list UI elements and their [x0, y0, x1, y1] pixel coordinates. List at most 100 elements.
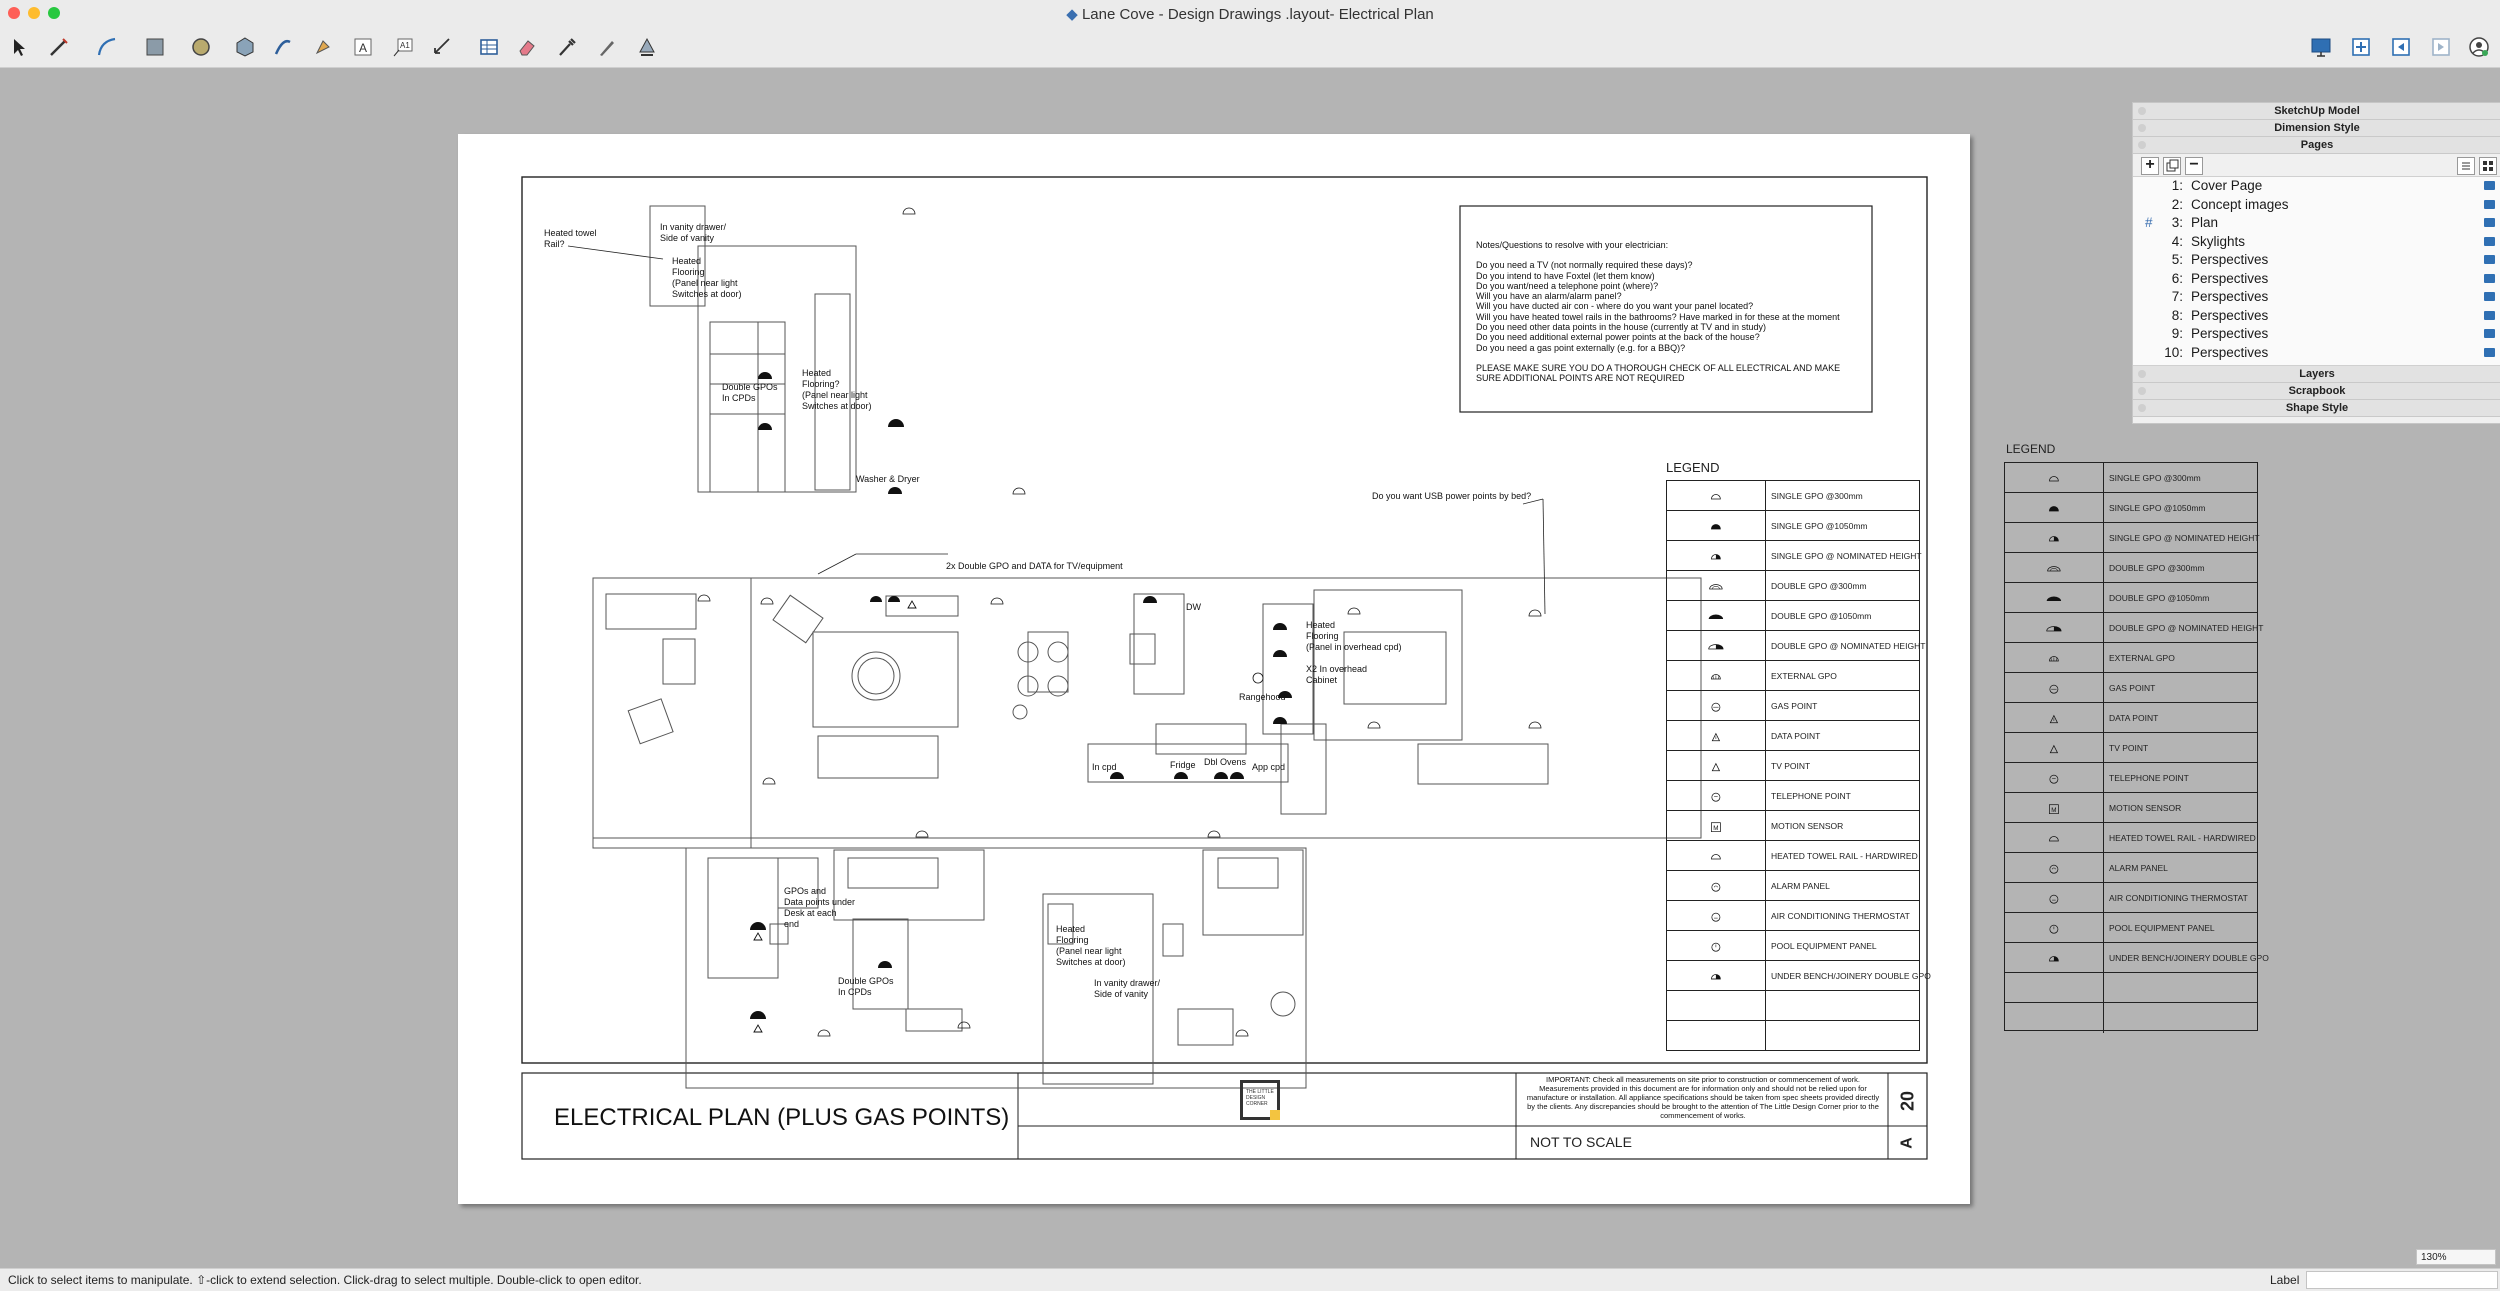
- add-page-button[interactable]: +: [2141, 157, 2159, 175]
- text-tool-icon[interactable]: A: [348, 33, 378, 61]
- page-presentation-icon[interactable]: [2484, 218, 2495, 227]
- eyedropper-tool-icon[interactable]: [552, 33, 582, 61]
- sheet-number[interactable]: 20: [1885, 1082, 1931, 1121]
- page-list-item[interactable]: 10: Perspectives: [2133, 344, 2500, 363]
- page-presentation-icon[interactable]: [2484, 199, 2495, 209]
- page-list-item[interactable]: 1: Cover Page: [2133, 177, 2500, 196]
- table-tool-icon[interactable]: [474, 33, 504, 61]
- page-list-item[interactable]: 9: Perspectives: [2133, 325, 2500, 344]
- legend-blank-cell: [1667, 1021, 1766, 1051]
- annotation-heated-floor-mid[interactable]: Heated Flooring? (Panel near light Switc…: [802, 368, 872, 412]
- page-list-item[interactable]: 2: Concept images: [2133, 196, 2500, 215]
- select-tool-icon[interactable]: [4, 33, 34, 61]
- previous-page-icon[interactable]: [2386, 33, 2416, 61]
- scrapbook-panel-header[interactable]: Scrapbook: [2133, 383, 2500, 400]
- page-list-item[interactable]: 5: Perspectives: [2133, 251, 2500, 270]
- legend-label: DOUBLE GPO @1050mm: [1771, 611, 1872, 621]
- annotation-heated-floor-bottom[interactable]: Heated Flooring (Panel near light Switch…: [1056, 924, 1126, 968]
- page-list-item[interactable]: 7: Perspectives: [2133, 288, 2500, 307]
- annotation-in-cpd[interactable]: In cpd: [1092, 762, 1117, 773]
- next-page-icon[interactable]: [2426, 33, 2456, 61]
- annotation-heated-floor-top[interactable]: Heated Flooring (Panel near light Switch…: [672, 256, 742, 300]
- presentation-icon[interactable]: [2306, 33, 2336, 61]
- single-gpo-nominated-icon: [1667, 541, 1766, 571]
- add-page-icon[interactable]: [2346, 33, 2376, 61]
- legend-row: UNDER BENCH/JOINERY DOUBLE GPO: [2005, 942, 2269, 973]
- layers-panel-header[interactable]: Layers: [2133, 366, 2500, 383]
- page-name: Cover Page: [2191, 178, 2263, 193]
- page-list-item[interactable]: #3: Plan: [2133, 214, 2500, 233]
- grid-view-button[interactable]: [2479, 157, 2497, 175]
- external-gpo-icon: [2005, 643, 2104, 673]
- pen-tool-icon[interactable]: [592, 33, 622, 61]
- page-presentation-icon[interactable]: [2484, 181, 2495, 190]
- legend-row: DOUBLE GPO @300mm: [2005, 552, 2257, 583]
- page-list-item[interactable]: 8: Perspectives: [2133, 307, 2500, 326]
- annotation-fridge[interactable]: Fridge: [1170, 760, 1196, 771]
- page-presentation-icon[interactable]: [2484, 292, 2495, 301]
- sketchup-model-panel-header[interactable]: SketchUp Model: [2133, 103, 2500, 120]
- list-view-button[interactable]: [2457, 157, 2475, 175]
- page-list[interactable]: 1: Cover Page 2: Concept images #3: Plan 4: Sky…: [2133, 176, 2500, 366]
- annotation-dishwasher[interactable]: DW: [1186, 602, 1201, 613]
- split-tool-icon[interactable]: [632, 33, 662, 61]
- annotation-rangehood[interactable]: Rangehood: [1239, 692, 1286, 703]
- duplicate-page-button[interactable]: [2163, 157, 2181, 175]
- important-note[interactable]: IMPORTANT: Check all measurements on sit…: [1522, 1075, 1884, 1120]
- page-number: 6:: [2171, 270, 2183, 286]
- page-presentation-icon[interactable]: [2484, 273, 2495, 283]
- label-tool-icon[interactable]: A1: [388, 33, 418, 61]
- annotation-dbl-ovens[interactable]: Dbl Ovens: [1204, 757, 1246, 768]
- annotation-x2-overhead[interactable]: X2 In overhead Cabinet: [1306, 664, 1367, 686]
- offset-tool-icon[interactable]: [230, 33, 260, 61]
- not-to-scale-label[interactable]: NOT TO SCALE: [1530, 1134, 1632, 1150]
- annotation-double-gpos-bottom[interactable]: Double GPOs In CPDs: [838, 976, 894, 998]
- annotation-double-gpos-top[interactable]: Double GPOs In CPDs: [722, 382, 778, 404]
- annotation-heated-floor-kitchen[interactable]: Heated Flooring (Panel in overhead cpd): [1306, 620, 1402, 653]
- line-tool-icon[interactable]: [44, 33, 74, 61]
- legend-row: ALARM PANEL: [2005, 852, 2257, 883]
- annotation-app-cpd[interactable]: App cpd: [1252, 762, 1285, 773]
- account-icon[interactable]: [2464, 33, 2494, 61]
- legend-row: [1667, 1020, 1919, 1051]
- sample-paint-tool-icon[interactable]: [308, 33, 338, 61]
- legend-row: TELEPHONE POINT: [1667, 780, 1919, 811]
- legend-table[interactable]: SINGLE GPO @300mm SINGLE GPO @1050mm SINGL…: [1666, 480, 1931, 1051]
- alarm-panel-icon: [1667, 871, 1766, 901]
- zoom-field[interactable]: 130%: [2416, 1249, 2496, 1265]
- dimension-style-panel-header[interactable]: Dimension Style: [2133, 120, 2500, 137]
- remove-page-button[interactable]: −: [2185, 157, 2203, 175]
- electrician-notes[interactable]: Notes/Questions to resolve with your ele…: [1476, 240, 1866, 384]
- page-list-item[interactable]: 6: Perspectives: [2133, 270, 2500, 289]
- annotation-tv-equipment[interactable]: 2x Double GPO and DATA for TV/equipment: [946, 561, 1123, 572]
- alarm-panel-icon: [2005, 853, 2104, 883]
- page-presentation-icon[interactable]: [2484, 236, 2495, 246]
- legend-row: GAS POINT: [1667, 690, 1919, 721]
- layers-title: Layers: [2299, 368, 2335, 380]
- annotation-usb-points[interactable]: Do you want USB power points by bed?: [1372, 491, 1531, 502]
- revision-letter[interactable]: A: [1895, 1124, 1921, 1163]
- drawing-title[interactable]: ELECTRICAL PLAN (PLUS GAS POINTS): [554, 1104, 1009, 1132]
- eraser-tool-icon[interactable]: [512, 33, 542, 61]
- annotation-vanity-bottom[interactable]: In vanity drawer/ Side of vanity: [1094, 978, 1160, 1000]
- arc-tool-icon[interactable]: [92, 33, 122, 61]
- annotation-towel-rail[interactable]: Heated towel Rail?: [544, 228, 597, 250]
- shape-style-panel-header[interactable]: Shape Style: [2133, 400, 2500, 417]
- style-tool-icon[interactable]: [268, 33, 298, 61]
- dimension-tool-icon[interactable]: [428, 33, 458, 61]
- pages-panel-header[interactable]: Pages: [2133, 137, 2500, 154]
- circle-tool-icon[interactable]: [186, 33, 216, 61]
- annotation-vanity-top[interactable]: In vanity drawer/ Side of vanity: [660, 222, 726, 244]
- page-list-item[interactable]: 4: Skylights: [2133, 233, 2500, 252]
- page-presentation-icon[interactable]: [2484, 329, 2495, 338]
- annotation-desk[interactable]: GPOs and Data points under Desk at each …: [784, 886, 855, 930]
- measurements-input[interactable]: [2306, 1271, 2498, 1289]
- page-presentation-icon[interactable]: [2484, 347, 2495, 357]
- offpage-legend-table[interactable]: SINGLE GPO @300mm SINGLE GPO @1050mm SINGL…: [2004, 462, 2269, 1033]
- drawing-sheet[interactable]: Heated towel Rail? In vanity drawer/ Sid…: [458, 134, 1970, 1204]
- page-presentation-icon[interactable]: [2484, 310, 2495, 320]
- page-presentation-icon[interactable]: [2484, 255, 2495, 264]
- shape-tool-icon[interactable]: [140, 33, 170, 61]
- annotation-washer-dryer[interactable]: Washer & Dryer: [856, 474, 920, 485]
- legend-label: UNDER BENCH/JOINERY DOUBLE GPO: [1771, 971, 1931, 981]
